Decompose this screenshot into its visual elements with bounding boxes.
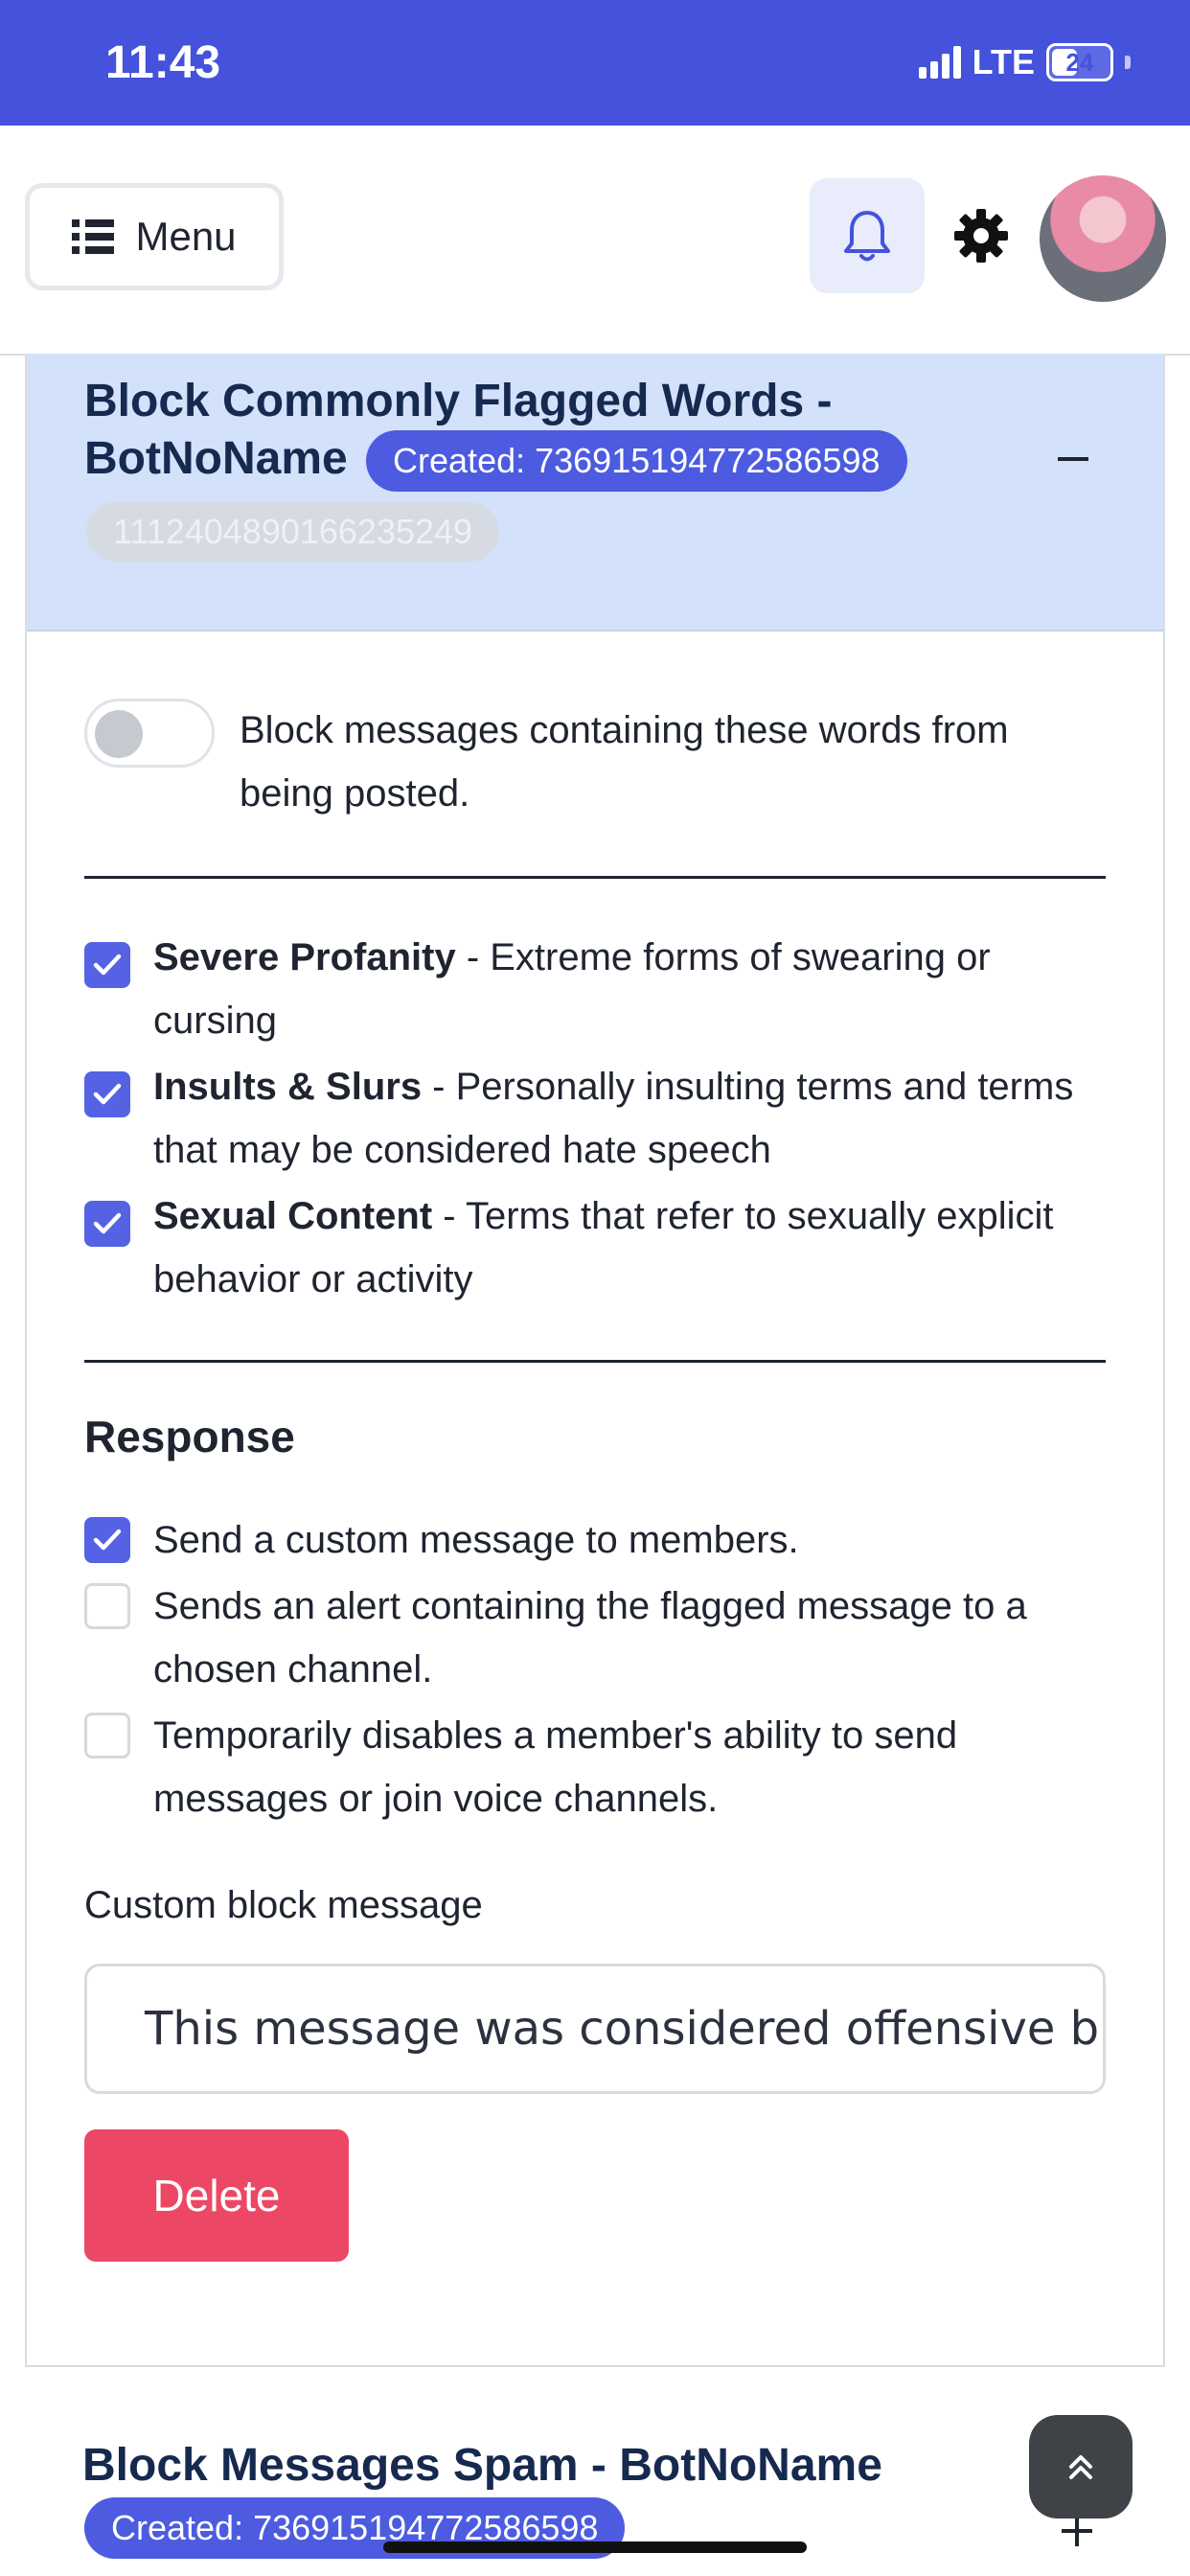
created-badge: Created: 736915194772586598	[366, 430, 907, 493]
custom-message-label: Custom block message	[84, 1884, 483, 1926]
checkbox-timeout[interactable]	[84, 1713, 130, 1759]
toggle-label: Block messages containing these words fr…	[240, 709, 1009, 815]
top-header: Menu	[0, 126, 1190, 356]
battery-tip	[1125, 56, 1131, 69]
category-insults-slurs: Insults & Slurs - Personally insulting t…	[153, 1066, 1074, 1171]
enable-toggle[interactable]	[84, 699, 215, 768]
checkbox-send-alert[interactable]	[84, 1583, 130, 1629]
custom-message-input[interactable]: This message was considered offensive b	[84, 1964, 1106, 2094]
double-chevron-up-icon	[1069, 2455, 1092, 2479]
bell-icon	[844, 211, 890, 262]
checkbox-severe-profanity[interactable]	[84, 942, 130, 988]
checkbox-custom-message[interactable]	[84, 1517, 130, 1563]
response-heading: Response	[84, 1412, 295, 1461]
check-icon	[93, 1083, 122, 1105]
battery-level: 24	[1065, 47, 1094, 77]
id-badge: 1112404890166235249	[86, 502, 500, 562]
collapse-icon[interactable]	[1058, 457, 1088, 461]
check-icon	[93, 954, 122, 976]
card-title: Block Commonly Flagged Words - BotNoName…	[84, 373, 1004, 493]
status-bar: 11:43 LTE 24	[0, 0, 1190, 126]
notifications-button[interactable]	[810, 178, 925, 293]
response-custom-message: Send a custom message to members.	[153, 1519, 799, 1561]
menu-button[interactable]: Menu	[25, 183, 284, 290]
checkbox-sexual-content[interactable]	[84, 1201, 130, 1247]
gear-icon[interactable]	[950, 205, 1012, 266]
category-severe-profanity: Severe Profanity - Extreme forms of swea…	[153, 936, 991, 1042]
menu-label: Menu	[135, 214, 237, 259]
list-icon	[72, 219, 115, 254]
network-label: LTE	[972, 42, 1035, 81]
response-send-alert: Sends an alert containing the flagged me…	[153, 1585, 1027, 1690]
check-icon	[93, 1212, 122, 1234]
avatar[interactable]	[1040, 175, 1166, 302]
card-header[interactable]: Block Commonly Flagged Words - BotNoName…	[27, 354, 1163, 632]
scroll-to-top-button[interactable]	[1029, 2415, 1133, 2518]
status-time: 11:43	[105, 37, 221, 88]
card-divider	[25, 2365, 1165, 2367]
response-timeout: Temporarily disables a member's ability …	[153, 1714, 958, 1820]
card2-title[interactable]: Block Messages Spam - BotNoName	[82, 2439, 882, 2492]
category-sexual-content: Sexual Content - Terms that refer to sex…	[153, 1195, 1054, 1300]
check-icon	[93, 1529, 122, 1551]
divider	[84, 1360, 1106, 1363]
home-indicator	[383, 2542, 807, 2553]
battery-icon: 24	[1046, 43, 1113, 81]
status-indicators: LTE 24	[918, 42, 1131, 82]
divider	[84, 876, 1106, 879]
delete-button[interactable]: Delete	[84, 2129, 349, 2262]
checkbox-insults-slurs[interactable]	[84, 1071, 130, 1117]
signal-icon	[918, 46, 961, 79]
expand-icon[interactable]	[1062, 2516, 1092, 2546]
rule-card-flagged-words: Block Commonly Flagged Words - BotNoName…	[25, 354, 1165, 2366]
